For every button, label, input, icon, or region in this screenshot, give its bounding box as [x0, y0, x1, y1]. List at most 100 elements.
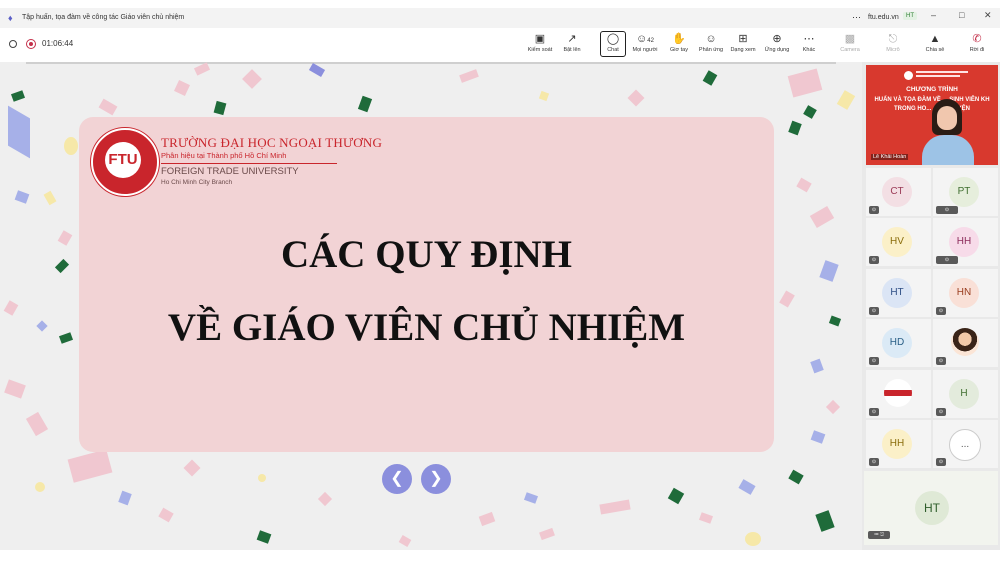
- window-title: Tập huấn, tọa đàm về công tác Giáo viên …: [22, 14, 185, 21]
- chat-icon: ◯: [606, 33, 620, 45]
- self-video-tile[interactable]: HT ≔ ⎋: [864, 471, 998, 545]
- confetti-decoration: [10, 90, 26, 102]
- avatar: PT: [949, 177, 979, 207]
- previous-slide-button[interactable]: ❮: [382, 464, 412, 494]
- confetti-decoration: [803, 105, 817, 119]
- speaker-video: [922, 99, 976, 165]
- mic-muted-badge: ⊙: [869, 408, 879, 416]
- avatar: HT: [882, 278, 912, 308]
- confetti-decoration: [8, 105, 30, 159]
- mic-muted-badge: ≔ ⎋: [868, 531, 890, 539]
- popout-icon: ↗: [567, 33, 577, 45]
- logo-divider: [161, 163, 337, 164]
- participant-tile[interactable]: HT ⊙: [866, 269, 931, 317]
- avatar: CT: [882, 177, 912, 207]
- avatar: HV: [882, 227, 912, 257]
- confetti-decoration: [787, 68, 823, 98]
- slide-card: FTU TRƯỜNG ĐẠI HỌC NGOẠI THƯƠNG Phân hiệ…: [79, 117, 774, 452]
- participant-tile[interactable]: ⊙: [933, 319, 998, 367]
- maximize-button[interactable]: □: [959, 10, 964, 20]
- university-name-en: FOREIGN TRADE UNIVERSITY: [161, 166, 299, 177]
- confetti-decoration: [35, 482, 45, 492]
- avatar: HT: [915, 491, 949, 525]
- ellipsis-icon: ⋯: [803, 33, 815, 45]
- branch-name: Phân hiệu tại Thành phố Hồ Chí Minh: [161, 151, 287, 160]
- participant-tile[interactable]: HV ⊙: [866, 218, 931, 266]
- chevron-right-icon: ❯: [429, 470, 443, 487]
- next-slide-button[interactable]: ❯: [421, 464, 451, 494]
- avatar: HN: [949, 278, 979, 308]
- close-button[interactable]: ✕: [984, 10, 992, 21]
- confetti-decoration: [667, 487, 685, 505]
- participant-tile[interactable]: HN ⊙: [933, 269, 998, 317]
- confetti-decoration: [738, 479, 756, 495]
- speaker-name: Lê Khải Hoàn: [871, 154, 909, 160]
- raise-hand-button[interactable]: ✋ Giơ tay: [662, 32, 696, 60]
- confetti-decoration: [702, 70, 718, 86]
- confetti-decoration: [815, 510, 835, 532]
- recording-icon: [26, 39, 36, 49]
- confetti-decoration: [183, 459, 201, 477]
- confetti-decoration: [478, 511, 496, 527]
- domain-label: ftu.edu.vn: [868, 14, 899, 21]
- confetti-decoration: [828, 315, 842, 327]
- more-options-icon[interactable]: ⋯: [852, 12, 861, 23]
- chat-button[interactable]: ◯ Chat: [600, 31, 626, 57]
- user-avatar[interactable]: HT: [903, 12, 917, 20]
- confetti-decoration: [788, 120, 802, 136]
- confetti-decoration: [796, 177, 812, 193]
- title-bar: ♦ Tập huấn, tọa đàm về công tác Giáo viê…: [0, 8, 1000, 28]
- featured-video-tile[interactable]: CHƯƠNG TRÌNH HUẤN VÀ TỌA ĐÀM VỀ ... SINH…: [866, 65, 998, 165]
- participant-tile[interactable]: HH ⊙: [933, 218, 998, 266]
- confetti-decoration: [57, 230, 73, 246]
- banner-header-line: [916, 75, 960, 77]
- confetti-decoration: [819, 260, 839, 282]
- mic-muted-badge: ⊙: [869, 458, 879, 466]
- confetti-decoration: [98, 98, 118, 116]
- avatar: HH: [882, 429, 912, 459]
- share-icon: ▲: [929, 33, 941, 45]
- confetti-decoration: [745, 532, 761, 546]
- participant-tile[interactable]: H ⊙: [933, 370, 998, 418]
- participant-tile[interactable]: ... ⊙: [933, 420, 998, 468]
- confetti-decoration: [36, 320, 48, 332]
- mic-button[interactable]: ⎋ Micrô: [876, 32, 910, 60]
- more-button[interactable]: ⋯ Khác: [792, 32, 826, 60]
- people-count: 42: [647, 38, 654, 44]
- apps-button[interactable]: ⊕ Ứng dụng: [760, 32, 794, 60]
- people-button[interactable]: ☺42 Mọi người: [628, 32, 662, 60]
- confetti-decoration: [64, 137, 78, 155]
- add-app-icon: ⊕: [772, 33, 782, 45]
- mic-muted-badge: ⊙: [869, 307, 879, 315]
- avatar: H: [949, 379, 979, 409]
- confetti-decoration: [599, 499, 631, 515]
- confetti-decoration: [213, 100, 227, 116]
- avatar: ...: [949, 429, 981, 461]
- mic-muted-badge: ⊙: [869, 256, 879, 264]
- mic-muted-badge: ⊙: [936, 408, 946, 416]
- banner-title: CHƯƠNG TRÌNH: [906, 86, 958, 93]
- branch-name-en: Ho Chi Minh City Branch: [161, 179, 233, 186]
- participant-tile[interactable]: ⊙: [866, 370, 931, 418]
- camera-button[interactable]: ▩ Camera: [833, 32, 867, 60]
- smiley-icon: ☺: [705, 33, 717, 45]
- confetti-decoration: [3, 300, 19, 316]
- participant-tile[interactable]: HH ⊙: [866, 420, 931, 468]
- share-button[interactable]: ▲ Chia sẻ: [918, 32, 952, 60]
- participant-tile[interactable]: PT ⊙: [933, 168, 998, 216]
- meeting-timer: 01:06:44: [42, 39, 74, 48]
- reactions-button[interactable]: ☺ Phản ứng: [694, 32, 728, 60]
- control-button[interactable]: ▣ Kiểm soát: [523, 32, 557, 60]
- popout-button[interactable]: ↗ Bật lên: [555, 32, 589, 60]
- minimize-button[interactable]: –: [931, 10, 936, 20]
- leave-button[interactable]: ✆ Rời đi: [960, 32, 994, 60]
- participant-tile[interactable]: HD ⊙: [866, 319, 931, 367]
- confetti-decoration: [538, 90, 550, 102]
- view-button[interactable]: ⊞ Dạng xem: [726, 32, 760, 60]
- participant-tile[interactable]: CT ⊙: [866, 168, 931, 216]
- hang-up-icon: ✆: [972, 33, 982, 45]
- confetti-decoration: [118, 490, 132, 506]
- confetti-decoration: [242, 69, 262, 89]
- shared-screen: FTU TRƯỜNG ĐẠI HỌC NGOẠI THƯƠNG Phân hiệ…: [0, 62, 862, 550]
- confetti-decoration: [523, 492, 539, 504]
